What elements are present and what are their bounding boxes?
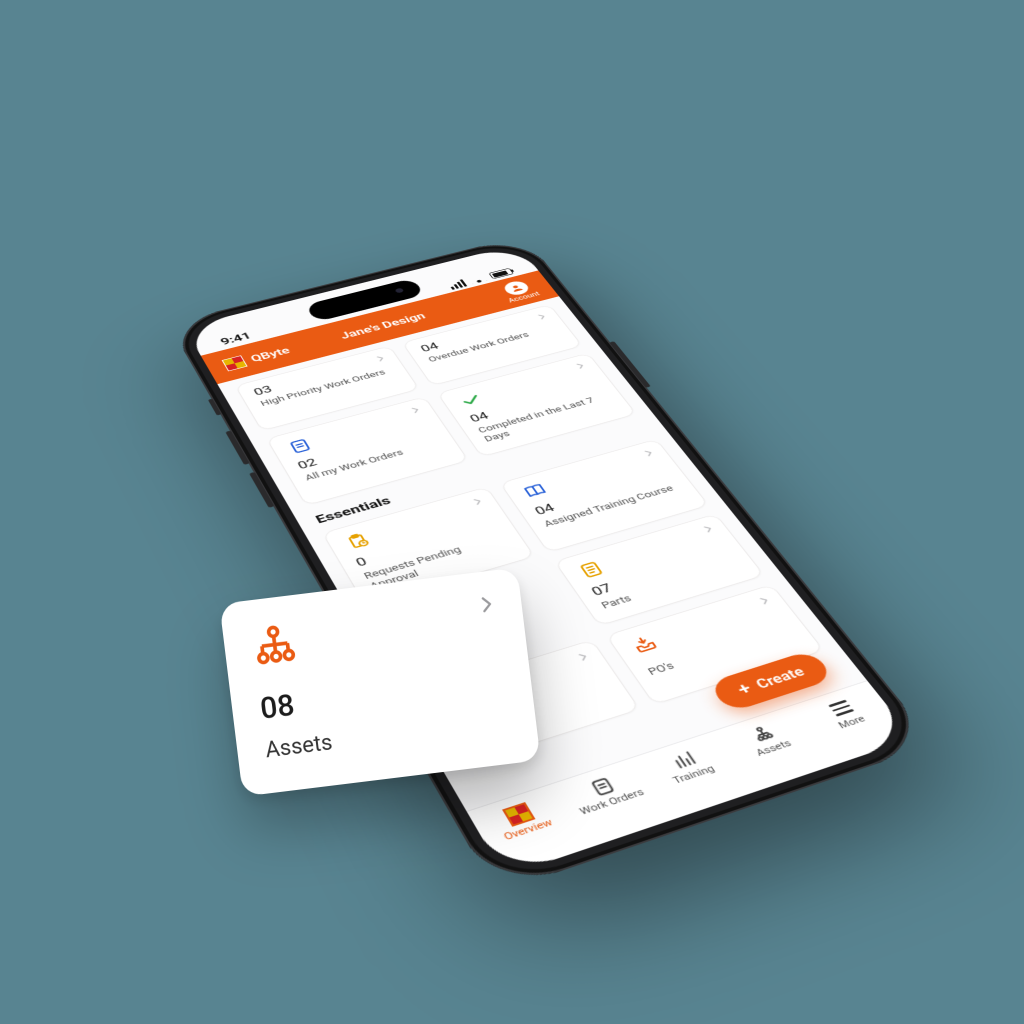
tab-label: Work Orders — [572, 785, 653, 820]
tab-assets[interactable]: Assets — [721, 713, 812, 765]
brand[interactable]: QByte — [222, 344, 293, 371]
brand-logo-icon — [222, 355, 248, 371]
work-orders-icon — [559, 765, 646, 809]
tab-work-orders[interactable]: Work Orders — [559, 765, 652, 819]
plus-icon: + — [739, 687, 750, 690]
tab-label: Assets — [735, 732, 813, 765]
content-area: 03 High Priority Work Orders 04 Overdue … — [217, 296, 913, 876]
account-button[interactable]: Account — [497, 278, 541, 304]
volume-down-button[interactable] — [249, 472, 274, 508]
inbox-icon — [626, 632, 663, 657]
tab-training[interactable]: Training — [641, 739, 733, 792]
create-button[interactable]: + Create — [707, 649, 835, 713]
parts-icon — [574, 558, 610, 581]
chevron-right-icon — [573, 650, 593, 664]
chevron-right-icon — [639, 447, 657, 458]
tab-label: Training — [654, 758, 733, 792]
chevron-right-icon — [754, 594, 774, 607]
tab-label: More — [814, 706, 890, 738]
card-pos[interactable]: PO's — [606, 584, 825, 705]
card-assets[interactable]: 08 Assets — [219, 567, 540, 796]
chevron-right-icon — [474, 592, 499, 617]
volume-up-button[interactable] — [225, 430, 249, 464]
phone-frame: 9:41 QByte Jane's Design — [168, 236, 935, 894]
create-label: Create — [753, 664, 808, 692]
tab-label: Overview — [487, 812, 569, 847]
book-icon — [518, 480, 552, 502]
clipboard-clock-icon — [341, 530, 375, 553]
assets-icon — [721, 713, 805, 755]
chevron-right-icon — [407, 405, 424, 416]
card-parts[interactable]: 07 Parts — [554, 514, 765, 627]
tab-overview[interactable]: Overview — [475, 792, 569, 847]
tab-more[interactable]: More — [799, 688, 890, 738]
chevron-right-icon — [468, 495, 486, 507]
overview-icon — [502, 802, 535, 827]
training-icon — [641, 739, 726, 782]
assets-hierarchy-icon — [250, 621, 299, 670]
chevron-right-icon — [572, 361, 589, 371]
chevron-right-icon — [699, 523, 718, 535]
card-label: Parts — [599, 560, 744, 612]
card-count: 0 — [353, 517, 500, 569]
card-count: 07 — [589, 546, 735, 599]
checkmark-icon — [455, 390, 487, 410]
more-icon — [799, 688, 882, 729]
card-label: PO's — [646, 624, 794, 679]
document-icon — [284, 436, 316, 457]
silence-switch[interactable] — [208, 399, 222, 416]
brand-name: QByte — [248, 345, 291, 364]
